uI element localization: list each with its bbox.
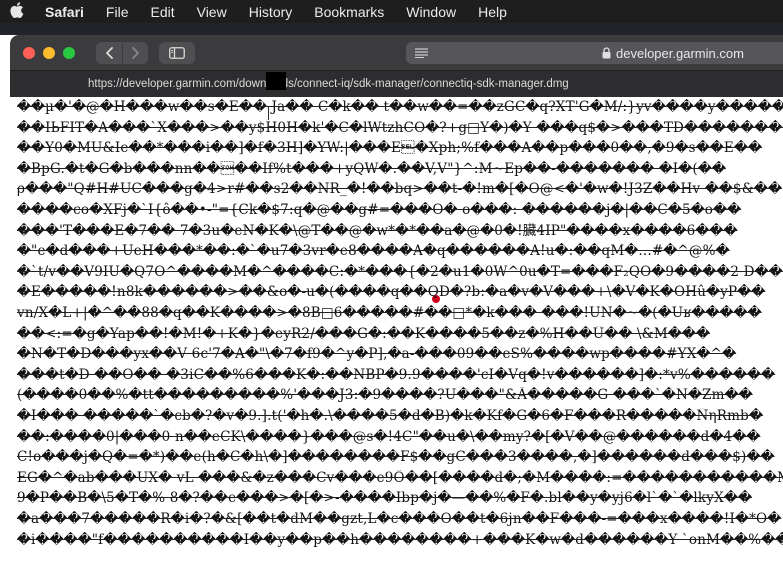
garbled-text-line: �i����"f����������I��y��p��h��������+���… bbox=[17, 531, 783, 548]
garbled-text-line: ρ���"Q#H#UC���g�4>r#��s2��NR_�!��bq>��t-… bbox=[17, 181, 783, 198]
apple-logo-icon[interactable] bbox=[0, 1, 34, 22]
garbled-text-line: ��µ�'�@�H���w��s�E�� Ja�� C�k�� t��w��=�… bbox=[17, 99, 783, 115]
menu-view[interactable]: View bbox=[186, 4, 238, 20]
garbled-text-line: �`t/v��V9IU�Q7O^����M�^����C:�*���{�2�u1… bbox=[17, 263, 783, 280]
address-domain-text: developer.garmin.com bbox=[616, 45, 744, 61]
menu-file[interactable]: File bbox=[95, 4, 140, 20]
address-domain: developer.garmin.com bbox=[602, 42, 744, 64]
garbled-text-line: (����0��%�tt���������%'���J3:�9����?U���… bbox=[17, 387, 753, 404]
menu-safari[interactable]: Safari bbox=[34, 4, 95, 20]
safari-toolbar: developer.garmin.com bbox=[10, 35, 783, 71]
sidebar-icon bbox=[169, 44, 185, 63]
garbled-text-line: ��:����0|���0 n��eCK\����}���@s�!4C"��u�… bbox=[17, 428, 761, 445]
desktop-background bbox=[0, 23, 783, 35]
menu-help[interactable]: Help bbox=[467, 4, 518, 20]
forward-button[interactable] bbox=[122, 42, 148, 64]
menu-bar: Safari File Edit View History Bookmarks … bbox=[0, 0, 783, 23]
chevron-right-icon bbox=[131, 44, 140, 63]
zoom-window-button[interactable] bbox=[63, 47, 75, 59]
reader-lines-icon[interactable] bbox=[406, 48, 436, 58]
back-button[interactable] bbox=[96, 42, 122, 64]
navigation-buttons bbox=[96, 42, 148, 64]
garbled-text-line: �"e�d���+UeH���*��:�`�u7�3vr�e8����A�q��… bbox=[17, 243, 730, 260]
garbled-text-line: ��Y0�MU&Ie��*���i��]�f�3H]�YW:|���E�Xph… bbox=[17, 140, 763, 157]
garbled-text-line: �E�����!n8k������>��&o�-u�(����q��QD�?b:… bbox=[17, 284, 766, 301]
page-content: ��µ�'�@�H���w��s�E�� Ja�� C�k�� t��w��=�… bbox=[10, 97, 783, 561]
chevron-left-icon bbox=[105, 44, 114, 63]
garbled-text-line: ��IЬFIT�A���`X���>��y$H0H�k'�C�lWtzhCO�?… bbox=[17, 119, 783, 136]
garbled-text-line: EG�^�ab���UX� vL ���&�z���Cv���e9Ô��[���… bbox=[17, 469, 783, 486]
minimize-window-button[interactable] bbox=[43, 47, 55, 59]
garbled-text-line: ���t�D ��O�� �3iC��%6���K�:��NBP�9.9����… bbox=[17, 366, 776, 383]
garbled-text-line: 9�P��B�\5�T�% 8�?��e���>�[�>-����Ibp�j�—… bbox=[17, 490, 753, 507]
menu-edit[interactable]: Edit bbox=[139, 4, 185, 20]
garbled-text-line: �BpG.�t�G�b���nn����If%t���+yQW�.��V,V"… bbox=[17, 160, 726, 177]
garbled-text-line: ����co�XFj�`I{ô��•-"={Ck�$7:q�@��g#=���O… bbox=[17, 202, 742, 218]
garbled-text-line: C!o���j�Q�=�*)��e(h�C�h\�]��������F$��gC… bbox=[17, 449, 775, 466]
garbled-text-line: vn/X�L+|�^��88�q��K����>�8B□6�����#��□*�… bbox=[17, 305, 762, 321]
sidebar-toggle-button[interactable] bbox=[159, 42, 195, 64]
lock-icon bbox=[602, 47, 611, 59]
garbled-text-line: �N�T�D���yx��V 6c'7�A�"\�7�f9�^y�P],�a-�… bbox=[17, 346, 737, 363]
tab-url[interactable]: https://developer.garmin.com/downloads/c… bbox=[10, 78, 569, 90]
garbled-text-line: ��<:=�g�Yap��!�M!�+K�}�eyR2/���G�:��K���… bbox=[17, 325, 711, 342]
menu-history[interactable]: History bbox=[238, 4, 304, 20]
tab-bar: https://developer.garmin.com/downloads/c… bbox=[10, 71, 783, 97]
address-bar[interactable]: developer.garmin.com bbox=[406, 42, 783, 64]
menu-bookmarks[interactable]: Bookmarks bbox=[303, 4, 395, 20]
garbled-text-line: ���'T���E�7�� 7�3u�eN�K�\@T��@�w*�*��a�@… bbox=[17, 222, 738, 239]
garbled-text-line: �I��� �����`�cb�?�v�9.].t('�h�.\����5�d�… bbox=[17, 408, 764, 424]
garbled-text-line: �a���7�����R�i�?�&[��t�dM��gzt,L�c���O��… bbox=[17, 511, 782, 527]
mouse-cursor-overlay bbox=[266, 72, 286, 90]
close-window-button[interactable] bbox=[23, 47, 35, 59]
menu-window[interactable]: Window bbox=[395, 4, 467, 20]
